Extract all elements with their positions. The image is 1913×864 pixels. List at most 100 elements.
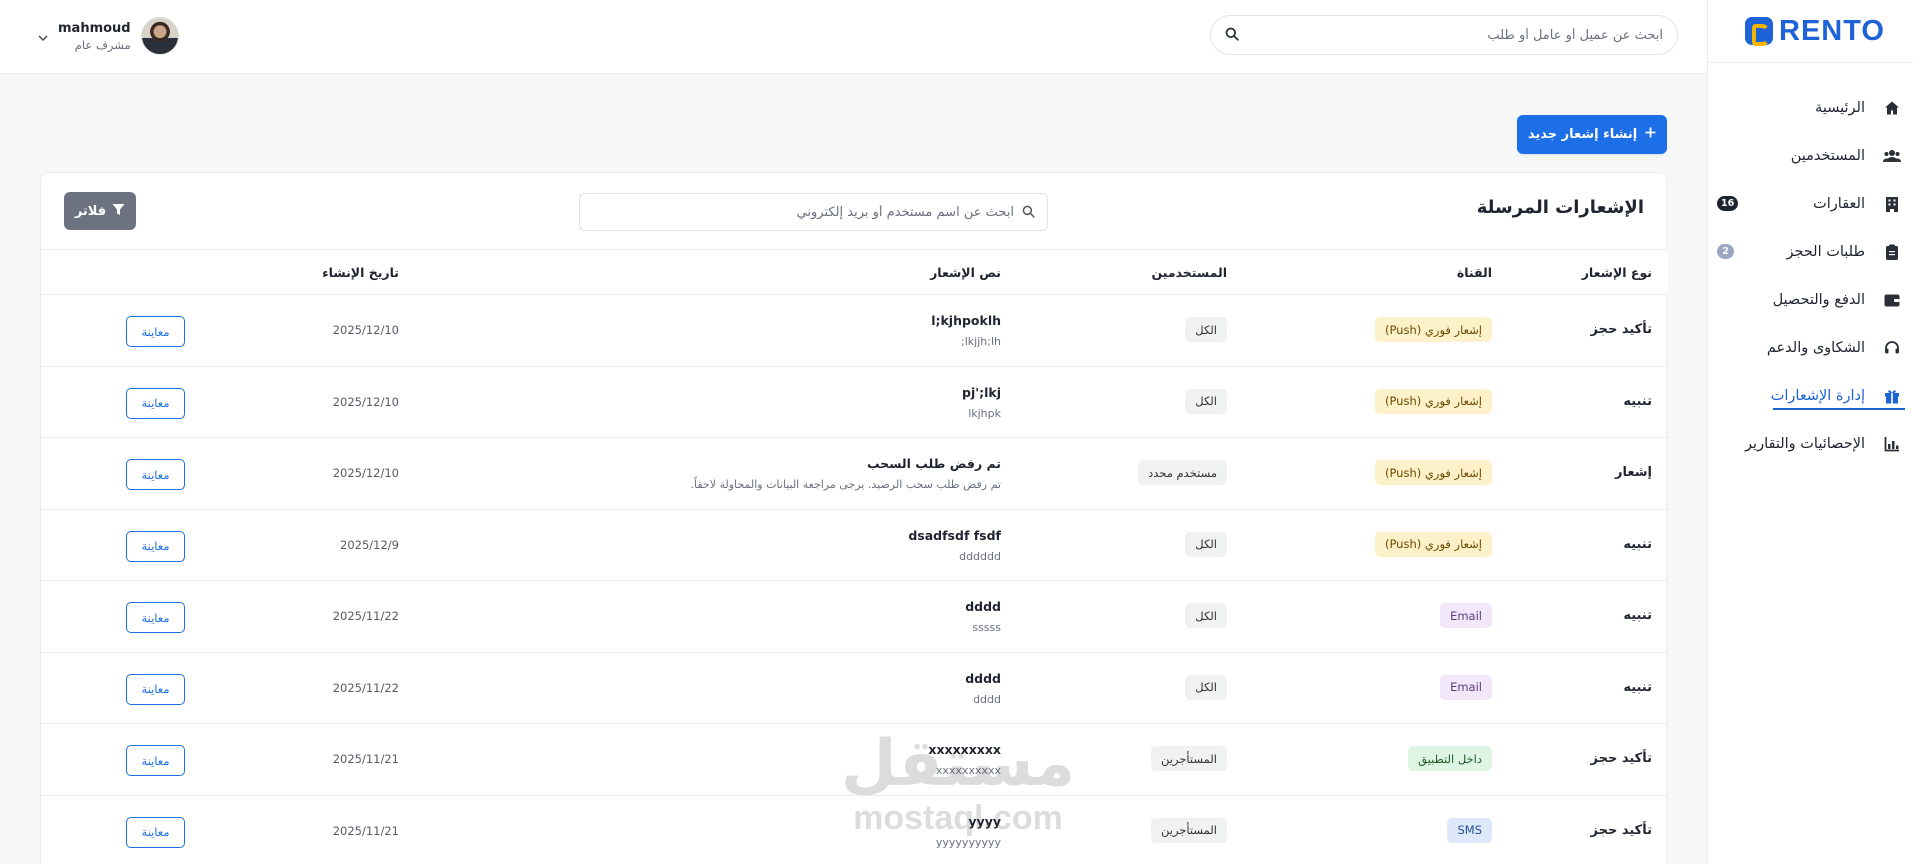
sidebar-item-payments[interactable]: الدفع والتحصيل (1707, 276, 1913, 324)
notification-type: إشعار (1615, 465, 1652, 480)
booking-requests-count-badge: 2 (1717, 244, 1734, 259)
sidebar-item-label: الدفع والتحصيل (1772, 292, 1865, 308)
sidebar-item-label: المستخدمين (1790, 148, 1865, 164)
column-type[interactable]: نوع الإشعار (1582, 265, 1652, 280)
table-row[interactable]: تأكيد حجز SMS المستأجرين yyyy yyyyyyyyyy… (41, 796, 1668, 864)
clipboard-icon (1883, 243, 1901, 261)
user-name: mahmoud (58, 20, 131, 36)
notification-title: pj';lkj (962, 384, 1001, 400)
notification-body: yyyyyyyyyy (935, 835, 1001, 849)
created-date: 2025/11/21 (332, 752, 399, 766)
notification-type: تأكيد حجز (1590, 751, 1653, 766)
sidebar-item-users[interactable]: المستخدمين (1707, 132, 1913, 180)
notification-body: dddddd (959, 549, 1001, 563)
brand-logo[interactable]: RENTO (1745, 14, 1885, 48)
table-row[interactable]: تنبيه Email الكل dddd dddd 2025/11/22 مع… (41, 653, 1668, 724)
sidebar-item-notifications[interactable]: إدارة الإشعارات (1707, 372, 1913, 420)
sidebar-item-support[interactable]: الشكاوى والدعم (1707, 324, 1913, 372)
audience-badge: الكل (1185, 531, 1227, 557)
notification-title: dddd (965, 599, 1001, 614)
search-icon[interactable] (1225, 26, 1239, 45)
filters-button[interactable]: فلاتر (64, 192, 136, 230)
preview-button[interactable]: معاينة (126, 816, 185, 848)
channel-badge: داخل التطبيق (1408, 746, 1492, 771)
global-search (1210, 15, 1678, 55)
sidebar-item-label: الرئيسية (1815, 100, 1865, 116)
gift-icon (1883, 387, 1901, 405)
page-title: الإشعارات المرسلة (1476, 197, 1644, 218)
created-date: 2025/11/21 (332, 823, 399, 838)
user-role: مشرف عام (74, 37, 131, 52)
notification-title: تم رفض طلب السحب (866, 456, 1001, 471)
create-notification-button[interactable]: إنشاء إشعار جديد (1517, 115, 1667, 154)
created-date: 2025/12/10 (332, 394, 399, 409)
created-date: 2025/12/10 (332, 323, 399, 337)
table-row[interactable]: تنبيه Email الكل dddd sssss 2025/11/22 م… (41, 581, 1668, 653)
channel-badge: إشعار فوري (Push) (1374, 388, 1492, 414)
notification-body: dddd (973, 692, 1001, 706)
brand-name: RENTO (1779, 14, 1885, 47)
table-search-input[interactable] (592, 204, 1014, 220)
sent-notifications-card: الإشعارات المرسلة فلاتر نوع الإشعار القن… (40, 172, 1668, 864)
filter-icon (112, 203, 125, 220)
created-date: 2025/11/22 (332, 680, 399, 695)
sidebar-item-label: العقارات (1813, 196, 1865, 212)
wallet-icon (1883, 291, 1901, 309)
preview-button[interactable]: معاينة (126, 673, 185, 705)
sidebar-item-booking-requests[interactable]: 2 طلبات الحجز (1707, 228, 1913, 276)
column-channel[interactable]: القناة (1457, 265, 1492, 280)
channel-badge: SMS (1447, 817, 1492, 843)
channel-badge: Email (1440, 603, 1492, 628)
sidebar-nav: الرئيسية المستخدمين 16 العقارات 2 طلبات … (1707, 84, 1913, 468)
chevron-down-icon[interactable] (38, 27, 48, 46)
channel-badge: إشعار فوري (Push) (1374, 531, 1492, 557)
table-row[interactable]: تأكيد حجز إشعار فوري (Push) الكل l;kjhpo… (41, 295, 1668, 367)
notification-body: lkjjh;lh; (961, 335, 1001, 348)
channel-badge: إشعار فوري (Push) (1374, 317, 1492, 342)
created-date: 2025/11/22 (332, 609, 399, 623)
sidebar-item-home[interactable]: الرئيسية (1707, 84, 1913, 132)
channel-badge: إشعار فوري (Push) (1374, 460, 1492, 485)
table-row[interactable]: إشعار إشعار فوري (Push) مستخدم محدد تم ر… (41, 438, 1668, 510)
preview-button[interactable]: معاينة (126, 459, 185, 490)
preview-button[interactable]: معاينة (126, 316, 185, 347)
table-row[interactable]: تنبيه إشعار فوري (Push) الكل pj';lkj lkj… (41, 367, 1668, 438)
column-audience[interactable]: المستخدمين (1151, 265, 1227, 280)
notification-title: xxxxxxxxx (928, 742, 1001, 757)
preview-button[interactable]: معاينة (126, 530, 185, 562)
notification-type: تنبيه (1623, 679, 1652, 695)
building-icon (1883, 195, 1901, 213)
created-date: 2025/12/10 (332, 466, 399, 480)
audience-badge: الكل (1185, 317, 1227, 342)
notification-type: تنبيه (1623, 393, 1652, 409)
sidebar-item-reports[interactable]: الإحصائيات والتقارير (1707, 420, 1913, 468)
user-info: mahmoud مشرف عام (58, 21, 131, 52)
table-search (579, 193, 1048, 231)
audience-badge: المستأجرين (1151, 746, 1227, 771)
notification-type: تنبيه (1623, 608, 1652, 623)
home-icon (1883, 99, 1901, 117)
sidebar-item-label: الإحصائيات والتقارير (1745, 436, 1865, 452)
table-row[interactable]: تأكيد حجز داخل التطبيق المستأجرين xxxxxx… (41, 724, 1668, 796)
sidebar-item-properties[interactable]: 16 العقارات (1707, 180, 1913, 228)
search-icon[interactable] (1022, 203, 1035, 222)
brand-mark-icon (1745, 17, 1774, 46)
preview-button[interactable]: معاينة (126, 745, 185, 776)
preview-button[interactable]: معاينة (126, 602, 185, 633)
user-menu[interactable]: mahmoud مشرف عام (38, 16, 179, 56)
users-icon (1883, 147, 1901, 165)
column-created[interactable]: تاريخ الإنشاء (322, 265, 399, 280)
audience-badge: الكل (1185, 674, 1227, 700)
created-date: 2025/12/9 (340, 537, 399, 552)
preview-button[interactable]: معاينة (126, 387, 185, 419)
global-search-input[interactable] (1239, 27, 1663, 43)
notification-title: yyyy (968, 813, 1001, 829)
avatar[interactable] (140, 17, 179, 55)
column-text[interactable]: نص الإشعار (930, 265, 1001, 280)
table-row[interactable]: تنبيه إشعار فوري (Push) الكل dsadfsdf fs… (41, 510, 1668, 581)
properties-count-badge: 16 (1717, 196, 1739, 211)
notification-type: تأكيد حجز (1590, 822, 1653, 838)
notification-type: تأكيد حجز (1590, 322, 1653, 337)
notification-title: dddd (965, 670, 1001, 686)
audience-badge: مستخدم محدد (1138, 460, 1227, 485)
